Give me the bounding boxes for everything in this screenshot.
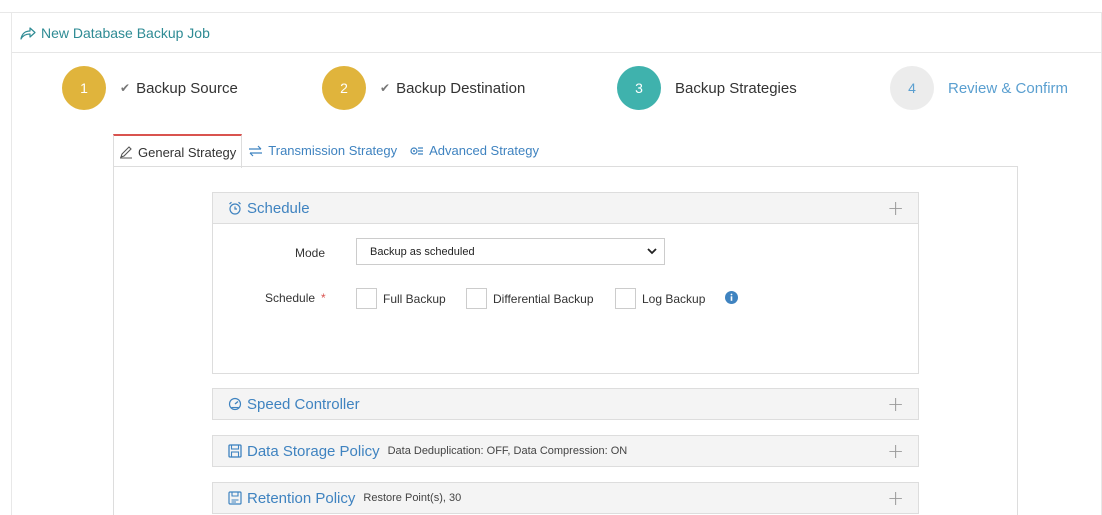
tab-general-strategy[interactable]: General Strategy <box>113 134 243 168</box>
wizard-step-review-confirm[interactable]: 4 Review & Confirm <box>890 66 1068 110</box>
schedule-label: Schedule * <box>265 291 326 305</box>
checkbox-label: Full Backup <box>383 291 446 306</box>
step-number-badge: 1 <box>62 66 106 110</box>
wizard-step-backup-source[interactable]: 1 ✔ Backup Source <box>62 66 238 110</box>
schedule-label-text: Schedule <box>265 291 316 305</box>
step-number-badge: 2 <box>322 66 366 110</box>
check-icon: ✔ <box>380 81 391 95</box>
retention-policy-panel-header[interactable]: Retention Policy Restore Point(s), 30 + <box>213 483 918 513</box>
checkbox-box[interactable] <box>615 288 636 309</box>
checkbox-box[interactable] <box>466 288 487 309</box>
expand-icon[interactable]: + <box>887 394 904 414</box>
speed-controller-panel: Speed Controller + <box>212 388 919 420</box>
page-header: New Database Backup Job <box>12 13 1102 53</box>
schedule-panel-body: Mode Backup as scheduled Schedule * Full … <box>213 223 918 373</box>
wizard-step-backup-strategies[interactable]: 3 Backup Strategies <box>617 66 797 110</box>
schedule-panel-header[interactable]: Schedule + <box>213 193 918 223</box>
gears-icon <box>409 145 424 157</box>
floppy-disk-icon <box>228 444 242 458</box>
checkbox-label: Differential Backup <box>493 291 594 306</box>
check-icon: ✔ <box>120 81 131 95</box>
expand-icon[interactable]: + <box>887 488 904 508</box>
step-number-badge: 4 <box>890 66 934 110</box>
expand-icon[interactable]: + <box>887 441 904 461</box>
speedometer-icon <box>228 397 242 411</box>
panel-subtitle: Data Deduplication: OFF, Data Compressio… <box>387 445 628 457</box>
info-icon[interactable] <box>725 291 738 304</box>
step-label: Backup Destination <box>396 79 526 97</box>
panel-title: Data Storage Policy <box>247 442 380 460</box>
required-mark: * <box>321 291 326 305</box>
mode-select-value: Backup as scheduled <box>370 245 475 258</box>
tab-label: General Strategy <box>138 144 237 160</box>
step-label: Backup Source <box>136 79 238 97</box>
panel-title: Schedule <box>247 199 310 217</box>
strategy-tabs: General Strategy Transmission Strategy A… <box>113 134 545 168</box>
retention-policy-panel: Retention Policy Restore Point(s), 30 + <box>212 482 919 514</box>
step-number-badge: 3 <box>617 66 661 110</box>
checkbox-label: Log Backup <box>642 291 706 306</box>
transfer-arrows-icon <box>248 145 263 157</box>
page-title: New Database Backup Job <box>41 24 210 41</box>
panel-title: Speed Controller <box>247 395 360 413</box>
frame-left-border <box>11 12 12 515</box>
step-label: Review & Confirm <box>948 79 1069 97</box>
schedule-panel: Schedule + Mode Backup as scheduled Sche… <box>212 192 919 374</box>
panel-subtitle: Restore Point(s), 30 <box>363 492 462 504</box>
tab-label: Advanced Strategy <box>429 143 539 158</box>
chevron-down-icon <box>646 244 658 261</box>
panel-title: Retention Policy <box>247 489 356 507</box>
checkbox-box[interactable] <box>356 288 377 309</box>
tab-label: Transmission Strategy <box>268 143 398 158</box>
log-backup-checkbox[interactable]: Log Backup <box>615 288 705 309</box>
retention-icon <box>228 491 242 505</box>
step-label: Backup Strategies <box>675 79 797 97</box>
data-storage-policy-panel-header[interactable]: Data Storage Policy Data Deduplication: … <box>213 436 918 466</box>
data-storage-policy-panel: Data Storage Policy Data Deduplication: … <box>212 435 919 467</box>
differential-backup-checkbox[interactable]: Differential Backup <box>466 288 594 309</box>
wizard-step-backup-destination[interactable]: 2 ✔ Backup Destination <box>322 66 525 110</box>
speed-controller-panel-header[interactable]: Speed Controller + <box>213 389 918 419</box>
expand-icon[interactable]: + <box>887 198 904 218</box>
mode-label: Mode <box>295 246 326 260</box>
mode-select[interactable]: Backup as scheduled <box>356 238 665 265</box>
alarm-clock-icon <box>228 201 242 215</box>
tab-transmission-strategy[interactable]: Transmission Strategy <box>242 134 403 167</box>
full-backup-checkbox[interactable]: Full Backup <box>356 288 446 309</box>
tab-advanced-strategy[interactable]: Advanced Strategy <box>403 134 545 167</box>
share-arrow-icon <box>20 25 36 41</box>
edit-icon <box>119 145 133 159</box>
